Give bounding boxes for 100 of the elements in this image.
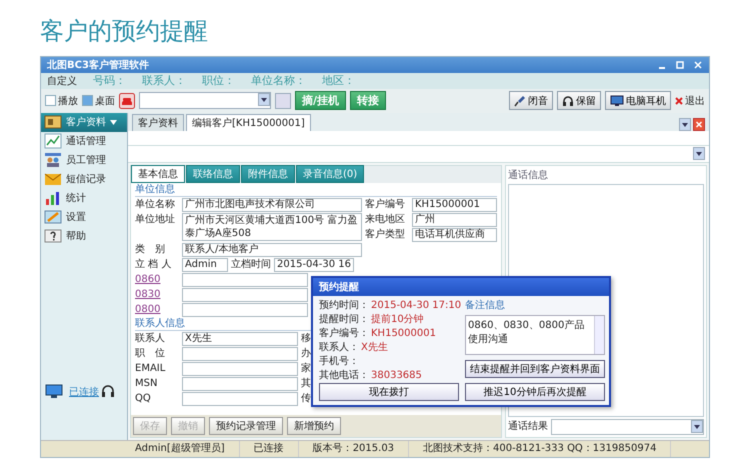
text-field[interactable]	[182, 392, 298, 406]
text-field[interactable]	[182, 362, 298, 376]
checkbox-label: 播放	[58, 94, 78, 108]
field-label: 立档时间	[231, 258, 271, 272]
custom-label: 自定义	[47, 74, 77, 88]
checkbox-label: 桌面	[95, 94, 115, 108]
sidebar-item[interactable]: 帮助	[41, 226, 127, 246]
sidebar-item[interactable]: 通话管理	[41, 132, 127, 151]
dropdown-icon[interactable]	[258, 93, 270, 106]
form-tab[interactable]: 基本信息	[131, 164, 185, 183]
page-heading: 客户的预约提醒	[39, 16, 208, 47]
document-tab[interactable]: 客户资料	[132, 114, 184, 131]
phone-link[interactable]: 0830	[135, 289, 179, 300]
window-title: 北图BC3客户管理软件	[47, 58, 149, 72]
note-label: 备注信息	[465, 298, 506, 312]
note-text-area[interactable]: 0860、0830、0800产品使用沟通	[465, 314, 605, 355]
pencil-icon	[44, 209, 62, 226]
checkbox[interactable]	[82, 95, 93, 106]
chart-icon	[44, 133, 62, 150]
field-label: 联系人	[135, 332, 166, 346]
field-label: 客户类型	[365, 228, 406, 242]
snooze-button[interactable]: 推迟10分钟后再次提醒	[465, 382, 605, 401]
field-label: QQ	[135, 392, 152, 406]
tool-button[interactable]: 电脑耳机	[605, 91, 671, 110]
call-now-button[interactable]: 现在拨打	[319, 382, 459, 401]
document-tab[interactable]: 编辑客户[KH15000001]	[186, 114, 311, 131]
exit-icon[interactable]	[675, 96, 683, 105]
field-label: 其他电话：	[319, 368, 369, 382]
maximize-icon[interactable]	[675, 60, 685, 70]
text-field[interactable]: X先生	[182, 332, 298, 346]
phone-link[interactable]: 0860	[135, 274, 179, 286]
text-field[interactable]	[182, 288, 308, 302]
dropdown-icon[interactable]	[679, 118, 691, 131]
form-button[interactable]: 预约记录管理	[209, 417, 283, 436]
text-area[interactable]: 广州市天河区黄埔大道西100号 富力盈泰广场A座508	[182, 212, 362, 241]
sidebar-item[interactable]: 设置	[41, 208, 127, 227]
text-field[interactable]: KH15000001	[412, 198, 497, 212]
info-label: 职位：	[202, 73, 235, 88]
status-text: 已连接	[240, 441, 299, 457]
small-button[interactable]	[275, 92, 291, 109]
text-field[interactable]	[182, 376, 298, 391]
field-value: 2015-04-30 17:10	[371, 298, 462, 312]
tool-button[interactable]: 保留	[557, 91, 601, 110]
date-field[interactable]: 2015-04-30 16	[274, 258, 354, 272]
dropdown-icon[interactable]	[693, 147, 705, 160]
sidebar-item[interactable]: 客户资料	[41, 112, 127, 132]
text-field[interactable]	[182, 272, 308, 287]
text-field[interactable]: 广州市北图电声技术有限公司	[182, 198, 362, 212]
field-label: 预约时间：	[319, 298, 369, 312]
status-text: Admin[超级管理员]	[121, 441, 240, 457]
phone-icon[interactable]	[119, 92, 135, 109]
field-label: 手机号：	[319, 354, 359, 368]
phone-link[interactable]: 0800	[135, 304, 179, 316]
field-value: X先生	[361, 340, 388, 354]
sidebar-item[interactable]: 短信记录	[41, 170, 127, 189]
field-label: MSN	[135, 376, 158, 391]
field-label: 客户编号	[365, 198, 406, 212]
sidebar-item[interactable]: 统计	[41, 188, 127, 208]
field-label: 职 位	[135, 346, 166, 361]
field-label: 单位地址	[135, 212, 176, 227]
sidebar-item[interactable]: 员工管理	[41, 150, 127, 170]
close-icon[interactable]	[693, 118, 705, 131]
text-field[interactable]	[182, 346, 298, 361]
field-label: 移	[301, 332, 311, 346]
dropdown-field[interactable]: 电话耳机供应商	[412, 228, 497, 242]
field-label: 通话结果	[508, 420, 548, 434]
tool-button[interactable]: 闭音	[509, 91, 553, 110]
bar-chart-icon	[44, 190, 62, 206]
field-label: 办	[301, 346, 311, 361]
info-label: 号码：	[93, 73, 126, 88]
field-label: 来电地区	[365, 212, 406, 227]
people-icon	[44, 152, 62, 168]
dropdown-field[interactable]: 广州	[412, 212, 497, 227]
field-label: 类 别	[135, 242, 166, 257]
text-field[interactable]: Admin	[182, 258, 228, 272]
form-button[interactable]: 新增预约	[287, 417, 341, 436]
field-label: EMAIL	[135, 362, 166, 376]
caret-icon	[110, 120, 117, 125]
exit-link[interactable]: 退出	[685, 94, 705, 108]
field-label: 其	[301, 376, 311, 391]
dismiss-button[interactable]: 结束提醒并回到客户资料界面	[465, 360, 605, 378]
field-label: 传	[301, 392, 311, 406]
field-label: 单位名称	[135, 198, 176, 212]
dropdown-field[interactable]	[551, 419, 704, 436]
dropdown-icon[interactable]	[691, 420, 703, 434]
field-value: 38033685	[371, 368, 422, 382]
status-text: 北图技术支持：400-8121-333 QQ：1319850974	[409, 441, 672, 457]
text-field[interactable]: 联系人/本地客户	[182, 242, 362, 257]
connection-status: 已连接	[69, 386, 99, 400]
card-icon	[44, 114, 62, 130]
section-title: 通话信息	[508, 168, 549, 182]
scrollbar[interactable]	[594, 316, 604, 354]
headset-icon	[562, 94, 574, 107]
input-field[interactable]	[128, 130, 709, 146]
checkbox[interactable]	[45, 95, 56, 106]
help-icon	[44, 228, 62, 244]
text-field[interactable]	[182, 302, 308, 317]
monitor-icon	[610, 94, 624, 107]
dialog-title: 预约提醒	[313, 278, 609, 296]
info-label: 联系人：	[142, 73, 186, 88]
